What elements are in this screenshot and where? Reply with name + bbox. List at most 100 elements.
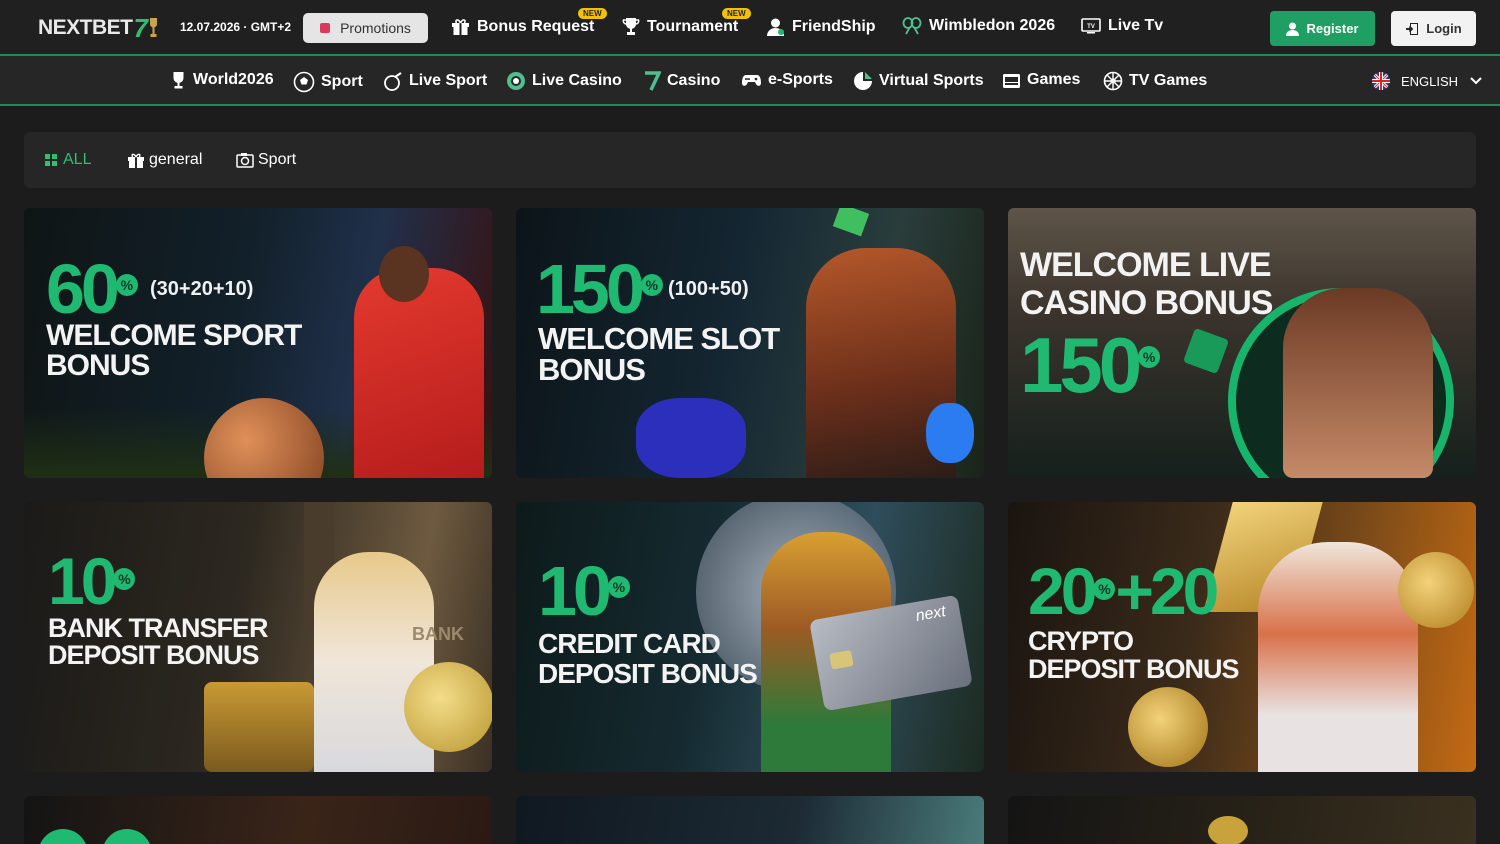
promo-card-bank-transfer[interactable]: BANK 10% BANK TRANSFER DEPOSIT BONUS (24, 502, 492, 772)
coin-image (1208, 816, 1248, 844)
bonus-title-line1: WELCOME SPORT (46, 319, 302, 352)
gamepad-icon (742, 75, 761, 86)
bonus-title-line2: BONUS (538, 352, 646, 387)
percent-value: 150 (536, 250, 645, 328)
logo-seven: 7 (133, 12, 148, 43)
subnav-label: TV Games (1129, 72, 1208, 89)
candy-bear-image (926, 403, 974, 463)
bonus-title-line1: WELCOME SLOT (538, 321, 780, 356)
promo-card-row3-1[interactable] (24, 796, 492, 844)
percent-sign-icon: % (113, 568, 136, 590)
slot-icon (1003, 73, 1020, 88)
nav-live-tv[interactable]: TV Live Tv (1081, 17, 1163, 35)
nav-bonus-request[interactable]: Bonus Request NEW (451, 8, 607, 36)
promo-card-welcome-sport[interactable]: 60% (30+20+10) WELCOME SPORT BONUS (24, 208, 492, 478)
date-time: 12.07.2026 · GMT+2 (180, 20, 292, 34)
percent-value: 10 (48, 544, 117, 618)
nav-label: Wimbledon 2026 (929, 17, 1056, 34)
subnav-casino[interactable]: Casino (643, 71, 720, 91)
subnav-virtual-sports[interactable]: Virtual Sports (853, 71, 984, 91)
subnav-live-sport[interactable]: Live Sport (383, 71, 487, 91)
bonus-title-line2: DEPOSIT BONUS (48, 640, 260, 670)
subnav-sport[interactable]: Sport (293, 71, 363, 93)
subnav-label: e-Sports (768, 71, 833, 88)
subnav-label: World2026 (193, 71, 274, 88)
subnav-label: Virtual Sports (879, 72, 984, 89)
percent-sign-icon: % (1093, 578, 1116, 600)
grid-icon (45, 154, 57, 166)
trophy-logo-icon (150, 18, 158, 37)
login-button[interactable]: Login (1391, 11, 1476, 46)
card-chip-icon (829, 649, 854, 670)
promo-card-credit-card[interactable]: next 10% CREDIT CARD DEPOSIT BONUS (516, 502, 984, 772)
gem-image (636, 398, 746, 478)
bonus-title-line1: BANK TRANSFER (48, 613, 268, 643)
filter-all[interactable]: ALL (44, 151, 91, 169)
filter-sport[interactable]: Sport (236, 151, 296, 169)
badge-circle-image (102, 829, 152, 844)
nav-tournament[interactable]: Tournament NEW (622, 8, 751, 36)
subnav-tv-games[interactable]: TV Games (1103, 71, 1207, 91)
site-logo[interactable]: NEXTBET 7 (38, 12, 158, 44)
bitcoin-coin-image (1398, 552, 1474, 628)
subnav-label: Games (1027, 71, 1081, 88)
register-label: Register (1306, 21, 1359, 36)
filter-label: general (149, 151, 203, 168)
promo-card-row3-3[interactable] (1008, 796, 1476, 844)
promo-card-welcome-slot[interactable]: 150% (100+50) WELCOME SLOT BONUS (516, 208, 984, 478)
bonus-title-line2: CASINO BONUS (1020, 284, 1273, 322)
promotion-icon (320, 23, 331, 33)
subnav-label: Sport (321, 73, 363, 90)
bonus-breakdown: (100+50) (668, 278, 749, 300)
nav-friendship[interactable]: FriendShip (766, 17, 876, 37)
login-icon (1406, 22, 1419, 35)
login-label: Login (1426, 21, 1462, 36)
filter-label: Sport (258, 151, 297, 168)
dealer-image (1283, 288, 1433, 478)
user-icon (767, 18, 784, 36)
nav-label: Tournament (647, 17, 739, 35)
bonus-title-line2: DEPOSIT BONUS (538, 658, 758, 689)
subnav-label: Live Sport (409, 72, 488, 89)
register-button[interactable]: Register (1270, 11, 1375, 46)
bonus-title-line2: BONUS (46, 349, 150, 382)
percent-value: 150 (1020, 321, 1142, 409)
bonus-percent: 10% (538, 556, 630, 626)
promotions-label: Promotions (340, 20, 411, 36)
green-gem-image (832, 208, 870, 237)
subnav-esports[interactable]: e-Sports (741, 71, 833, 89)
logo-text: NEXTBET (38, 16, 133, 39)
bonus-percent: 60% (46, 254, 138, 324)
filter-general[interactable]: general (127, 151, 202, 169)
ethereum-coin-image (1128, 687, 1208, 767)
promotion-filter-bar: ALL general Sport (24, 132, 1476, 188)
trophy-icon (173, 72, 184, 89)
bonus-percent: 20 %+20 (1028, 558, 1219, 624)
subnav-live-casino[interactable]: Live Casino (506, 71, 622, 91)
bonus-breakdown: (30+20+10) (150, 278, 254, 300)
percent-sign-icon: % (115, 274, 138, 296)
zeus-image (1258, 542, 1418, 772)
gold-coin-image (404, 662, 492, 752)
bonus-percent: 10% (48, 548, 136, 614)
promo-card-crypto[interactable]: 20 %+20 CRYPTO DEPOSIT BONUS (1008, 502, 1476, 772)
language-selector[interactable]: ENGLISH (1372, 72, 1482, 90)
percent-value: 60 (46, 250, 120, 328)
player-head-image (379, 246, 429, 302)
subnav-games[interactable]: Games (1002, 71, 1080, 89)
uk-flag-icon (1372, 72, 1390, 90)
trophy-icon (622, 18, 640, 35)
filter-label: ALL (63, 151, 92, 168)
promo-card-row3-2[interactable] (516, 796, 984, 844)
wheel-icon (1103, 71, 1123, 91)
chevron-down-icon (1470, 77, 1482, 85)
promo-card-welcome-live-casino[interactable]: WELCOME LIVE CASINO BONUS 150% (1008, 208, 1476, 478)
badge-circle-image (38, 829, 88, 844)
chip-icon (507, 72, 525, 90)
woman-image (314, 552, 434, 772)
percent-plus: +20 (1115, 554, 1219, 628)
bonus-title-line2: DEPOSIT BONUS (1028, 654, 1240, 684)
nav-wimbledon[interactable]: Wimbledon 2026 (902, 17, 1055, 35)
subnav-world2026[interactable]: World2026 (170, 71, 274, 89)
promotions-button[interactable]: Promotions (303, 13, 428, 43)
